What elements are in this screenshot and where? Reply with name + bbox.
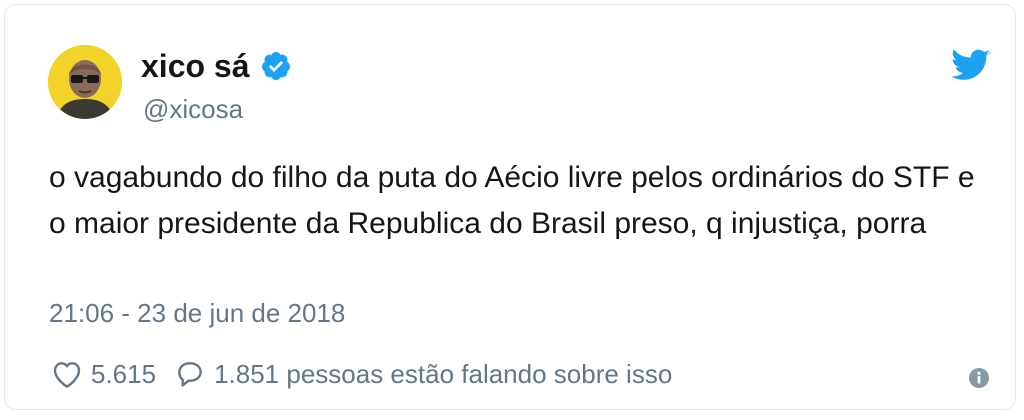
twitter-bird-icon[interactable] [951, 49, 991, 83]
author-display-name[interactable]: xico sá [141, 48, 250, 84]
tweet-timestamp[interactable]: 21:06 - 23 de jun de 2018 [49, 298, 345, 328]
reply-button[interactable]: 1.851 pessoas estão falando sobre isso [156, 359, 672, 389]
author-handle[interactable]: @xicosa [143, 94, 243, 124]
tweet-actions: 5.615 1.851 pessoas estão falando sobre … [51, 359, 672, 389]
tweet-card: xico sá @xicosa o vagabundo do filho da … [4, 4, 1016, 410]
like-button[interactable]: 5.615 [51, 359, 156, 389]
replies-text: 1.851 pessoas estão falando sobre isso [214, 359, 673, 389]
tweet-text: o vagabundo do filho da puta do Aécio li… [49, 161, 975, 240]
like-count: 5.615 [91, 359, 157, 389]
verified-badge-icon [260, 50, 292, 82]
speech-bubble-icon [174, 359, 206, 389]
heart-icon [51, 359, 83, 389]
avatar[interactable] [48, 45, 122, 119]
info-icon[interactable] [968, 367, 990, 389]
author-name-row: xico sá [141, 48, 292, 84]
avatar-portrait-image [48, 45, 122, 119]
